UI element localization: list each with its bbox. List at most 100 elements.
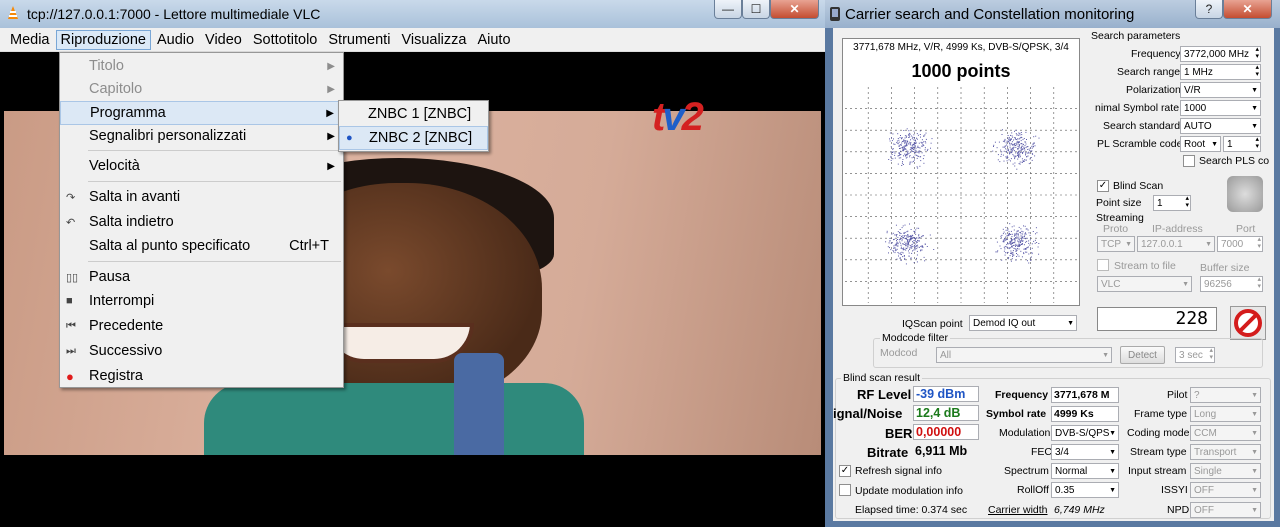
menu-sottotitolo[interactable]: Sottotitolo (248, 30, 323, 50)
constellation-point (1011, 258, 1013, 260)
mod-select[interactable]: DVB-S/QPS (1051, 425, 1119, 441)
constellation-point (921, 152, 923, 154)
fec-select[interactable]: 3/4 (1051, 444, 1119, 460)
menu-item-successivo[interactable]: ⏭ Successivo (60, 339, 343, 363)
menu-riproduzione[interactable]: Riproduzione (55, 29, 151, 50)
vlc-titlebar[interactable]: tcp://127.0.0.1:7000 - Lettore multimedi… (0, 0, 825, 28)
constellation-point (1009, 152, 1011, 154)
constellation-point (1029, 158, 1031, 160)
port-input[interactable]: 7000 (1217, 236, 1263, 252)
satellite-dish-icon[interactable] (1227, 176, 1263, 212)
cs-titlebar[interactable]: Carrier search and Constellation monitor… (825, 0, 1280, 28)
constellation-point (907, 230, 909, 232)
constellation-point (903, 146, 905, 148)
detect-time-input[interactable]: 3 sec (1175, 347, 1215, 363)
menu-strumenti[interactable]: Strumenti (323, 30, 395, 50)
menu-item-titolo[interactable]: Titolo ▶ (60, 54, 343, 78)
constellation-point (1014, 145, 1016, 146)
refresh-checkbox[interactable]: ✓ (839, 465, 851, 477)
menu-item-segnalibri[interactable]: Segnalibri personalizzati ▶ (60, 124, 343, 148)
constellation-point (904, 155, 906, 157)
menu-video[interactable]: Video (200, 30, 247, 50)
help-button[interactable]: ? (1195, 0, 1223, 19)
menu-item-velocita[interactable]: Velocità ▶ (60, 154, 343, 178)
menu-item-salta-avanti[interactable]: ↷ Salta in avanti (60, 185, 343, 209)
menu-item-interrompi[interactable]: ■ Interrompi (60, 289, 343, 313)
constellation-point (1030, 260, 1032, 261)
player-select[interactable]: VLC (1097, 276, 1192, 292)
pls-value-input[interactable]: 1 (1223, 136, 1261, 152)
constellation-point (1022, 139, 1024, 141)
close-button[interactable]: ✕ (770, 0, 819, 19)
npd-select[interactable]: OFF (1190, 502, 1261, 518)
constellation-point (905, 237, 907, 239)
constellation-point (1028, 240, 1030, 242)
menu-aiuto[interactable]: Aiuto (472, 30, 515, 50)
detect-button[interactable]: Detect (1120, 346, 1165, 364)
coding-select[interactable]: CCM (1190, 425, 1261, 441)
menu-item-salta-punto[interactable]: Salta al punto specificato Ctrl+T (60, 234, 343, 258)
menu-visualizza[interactable]: Visualizza (396, 30, 471, 50)
iq-select[interactable]: Demod IQ out (969, 315, 1077, 331)
pilot-select[interactable]: ? (1190, 387, 1261, 403)
menu-item-salta-indietro[interactable]: ↶ Salta indietro (60, 210, 343, 234)
constellation-point (899, 137, 901, 139)
constellation-point (909, 155, 911, 156)
frequency-input[interactable]: 3772,000 MHz (1180, 46, 1261, 62)
issyi-select[interactable]: OFF (1190, 482, 1261, 498)
constellation-point (1014, 234, 1016, 236)
constellation-point (1005, 233, 1007, 235)
cs-close-button[interactable]: ✕ (1223, 0, 1272, 19)
min-sr-select[interactable]: 1000 (1180, 100, 1261, 116)
spectrum-select[interactable]: Normal (1051, 463, 1119, 479)
pls-mode-select[interactable]: Root (1180, 136, 1221, 152)
modcode-select[interactable]: All (936, 347, 1112, 363)
constellation-point (1021, 235, 1023, 237)
menu-media[interactable]: Media (5, 30, 55, 50)
update-mod-checkbox[interactable] (839, 484, 851, 496)
menu-item-programma[interactable]: Programma ▶ (60, 101, 343, 125)
constellation-point (1002, 239, 1004, 241)
constellation-point (1017, 150, 1019, 152)
proto-select[interactable]: TCP (1097, 236, 1135, 252)
constellation-point (1010, 160, 1011, 162)
rolloff-select[interactable]: 0.35 (1051, 482, 1119, 498)
minimize-button[interactable]: — (714, 0, 742, 19)
frame-select[interactable]: Long (1190, 406, 1261, 422)
search-pls-checkbox[interactable] (1183, 155, 1195, 167)
menu-audio[interactable]: Audio (152, 30, 199, 50)
menu-item-pausa[interactable]: ▯▯ Pausa (60, 265, 343, 289)
constellation-point (1020, 149, 1022, 151)
search-range-input[interactable]: 1 MHz (1180, 64, 1261, 80)
ip-select[interactable]: 127.0.0.1 (1137, 236, 1215, 252)
menu-item-capitolo[interactable]: Capitolo ▶ (60, 77, 343, 101)
rf-value: -39 dBm (913, 386, 979, 402)
constellation-point (1030, 147, 1032, 149)
polarization-select[interactable]: V/R (1180, 82, 1261, 98)
constellation-point (891, 137, 892, 139)
blind-scan-checkbox[interactable]: ✓ (1097, 180, 1109, 192)
menu-item-registra[interactable]: ● Registra (60, 364, 343, 388)
stype-select[interactable]: Transport (1190, 444, 1261, 460)
menu-item-precedente[interactable]: ⏮ Precedente (60, 314, 343, 338)
constellation-point (1009, 255, 1011, 257)
constellation-point (1020, 140, 1022, 142)
constellation-point (1002, 129, 1003, 131)
search-std-select[interactable]: AUTO (1180, 118, 1261, 134)
constellation-point (899, 229, 901, 230)
stop-button[interactable] (1230, 306, 1266, 340)
program-znbc1[interactable]: ZNBC 1 [ZNBC] (339, 102, 488, 126)
constellation-point (1010, 250, 1012, 252)
point-size-input[interactable]: 1 (1153, 195, 1191, 211)
buffer-input[interactable]: 96256 (1200, 276, 1263, 292)
constellation-point (907, 236, 909, 238)
stream-file-checkbox[interactable] (1097, 259, 1109, 271)
carrier-width-label[interactable]: Carrier width (988, 504, 1048, 516)
program-znbc2[interactable]: ● ZNBC 2 [ZNBC] (339, 126, 488, 150)
input-select[interactable]: Single (1190, 463, 1261, 479)
maximize-button[interactable]: ☐ (742, 0, 770, 19)
constellation-point (1006, 160, 1008, 162)
constellation-point (1028, 242, 1030, 244)
buffer-header: Buffer size (1200, 262, 1250, 274)
constellation-point (1005, 157, 1007, 159)
